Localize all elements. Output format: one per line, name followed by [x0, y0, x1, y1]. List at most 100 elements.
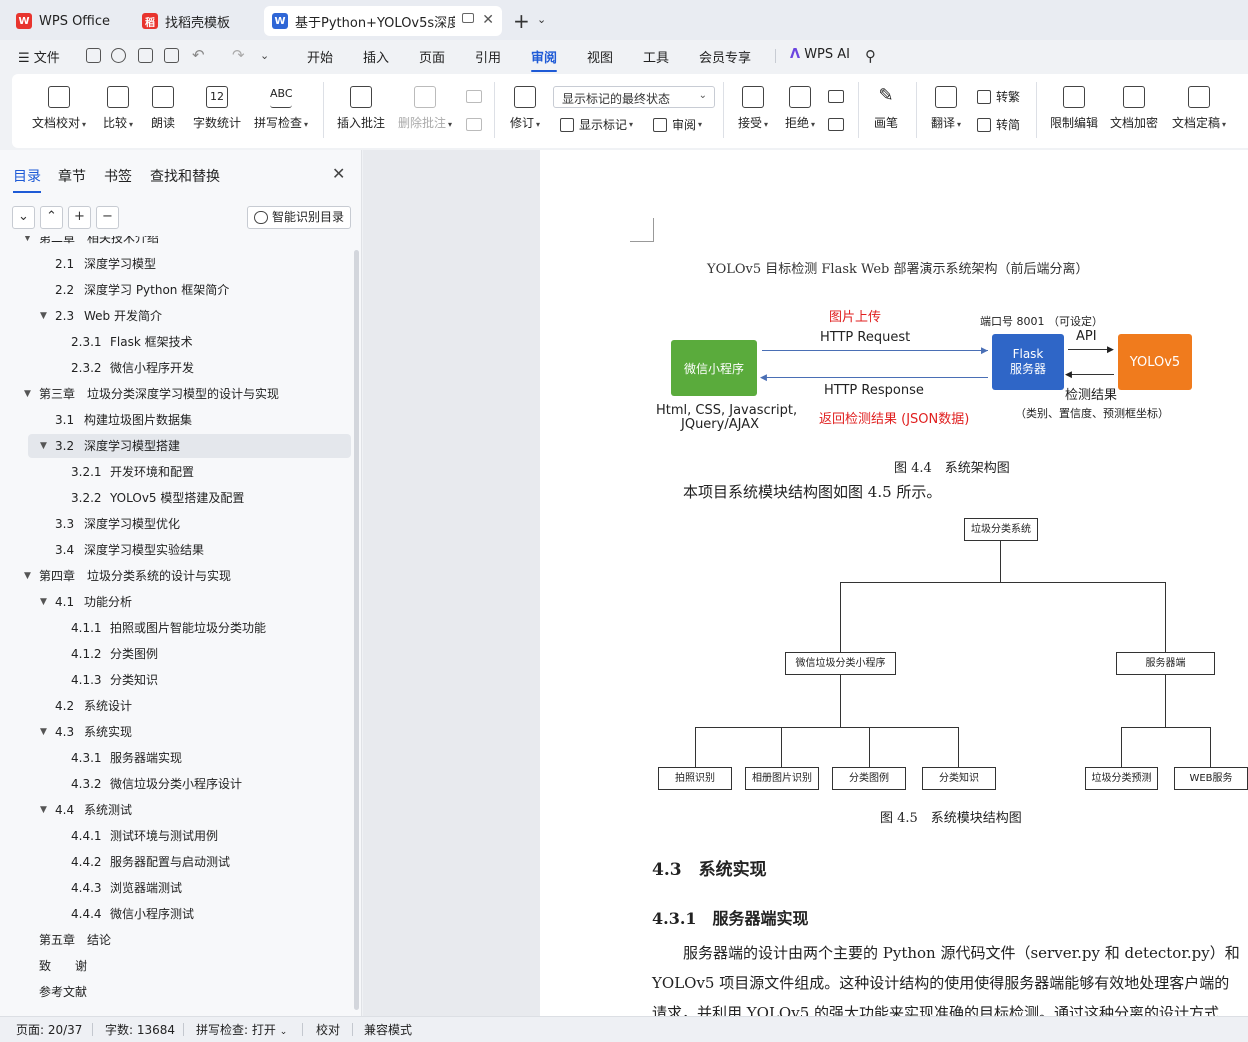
toc-item[interactable]: 4.3.2 微信垃圾分类小程序设计	[0, 772, 352, 796]
new-tab-button[interactable]: +	[513, 9, 530, 33]
toc-item[interactable]: 4.4.4 微信小程序测试	[0, 902, 352, 926]
toc-item[interactable]: ▼ 2.3 Web 开发简介	[0, 304, 352, 328]
print-icon[interactable]	[138, 48, 153, 63]
encrypt-button[interactable]: 文档加密	[1108, 86, 1160, 131]
add-heading-button[interactable]: +	[68, 206, 91, 229]
redo-icon[interactable]: ↷	[232, 46, 245, 64]
pen-button[interactable]: ✎ 画笔	[869, 86, 903, 131]
toc-item[interactable]: 4.4.2 服务器配置与启动测试	[0, 850, 352, 874]
toc-item[interactable]: 3.4 深度学习模型实验结果	[0, 538, 352, 562]
toc-item[interactable]: 3.3 深度学习模型优化	[0, 512, 352, 536]
toc-item[interactable]: 3.2.1 开发环境和配置	[0, 460, 352, 484]
page-indicator[interactable]: 页面: 20/37	[16, 1021, 82, 1038]
toc-item[interactable]: 4.4.1 测试环境与测试用例	[0, 824, 352, 848]
prev-comment-icon[interactable]	[466, 90, 482, 103]
expand-arrow-icon[interactable]: ▼	[24, 236, 31, 250]
review-pane-button[interactable]: 审阅 ▾	[653, 116, 702, 133]
toc-item[interactable]: ▼ 4.1 功能分析	[0, 590, 352, 614]
toc-item[interactable]: 4.2 系统设计	[0, 694, 352, 718]
finalize-button[interactable]: 文档定稿 ▾	[1168, 86, 1230, 131]
document-page[interactable]: YOLOv5 目标检测 Flask Web 部署演示系统架构（前后端分离） 微信…	[540, 150, 1248, 1016]
translate-button[interactable]: 翻译 ▾	[927, 86, 965, 131]
share-icon[interactable]	[111, 48, 126, 63]
expand-arrow-icon[interactable]: ▼	[40, 720, 47, 744]
menu-page[interactable]: 页面	[419, 47, 445, 66]
toc-item[interactable]: 致谢	[0, 954, 352, 978]
accept-button[interactable]: 接受 ▾	[734, 86, 772, 131]
toc-item[interactable]: 4.4.3 浏览器端测试	[0, 876, 352, 900]
menu-review[interactable]: 审阅	[531, 47, 558, 72]
expand-arrow-icon[interactable]: ▼	[24, 382, 31, 406]
toc-item[interactable]: 4.3.1 服务器端实现	[0, 746, 352, 770]
chevron-down-icon[interactable]: ⌄	[260, 49, 269, 62]
read-aloud-button[interactable]: 朗读	[146, 86, 180, 131]
toc-item[interactable]: ▼ 3.2 深度学习模型搭建	[28, 434, 351, 458]
toc-item[interactable]: ▼ 第四章 垃圾分类系统的设计与实现	[0, 564, 352, 588]
prev-change-icon[interactable]	[828, 90, 844, 103]
close-icon[interactable]: ✕	[482, 12, 494, 28]
word-count-button[interactable]: 12 字数统计	[189, 86, 245, 131]
expand-up-button[interactable]: ⌃	[40, 206, 63, 229]
toc-item[interactable]: ▼ 第三章 垃圾分类深度学习模型的设计与实现	[0, 382, 352, 406]
toc-item[interactable]: ▼ 4.3 系统实现	[0, 720, 352, 744]
expand-arrow-icon[interactable]: ▼	[40, 434, 47, 458]
menu-view[interactable]: 视图	[587, 47, 613, 66]
revise-button[interactable]: 修订 ▾	[506, 86, 544, 131]
toc-item[interactable]: 第五章 结论	[0, 928, 352, 952]
undo-icon[interactable]: ↶	[192, 46, 205, 64]
expand-arrow-icon[interactable]: ▼	[40, 798, 47, 822]
expand-arrow-icon[interactable]: ▼	[40, 304, 47, 328]
wps-ai-button[interactable]: ᐱ WPS AI	[790, 47, 850, 62]
markup-state-select[interactable]: 显示标记的最终状态 ⌄	[553, 86, 715, 108]
collapse-all-button[interactable]: ⌄	[12, 206, 35, 229]
chevron-down-icon[interactable]: ⌄	[537, 13, 546, 26]
toc-item[interactable]: 2.1 深度学习模型	[0, 252, 352, 276]
toc-item[interactable]: 3.2.2 YOLOv5 模型搭建及配置	[0, 486, 352, 510]
menu-home[interactable]: 开始	[307, 47, 333, 66]
nav-tab-bookmarks[interactable]: 书签	[104, 166, 132, 186]
restrict-edit-button[interactable]: 限制编辑	[1048, 86, 1100, 131]
word-count-status[interactable]: 字数: 13684	[105, 1021, 175, 1038]
file-menu[interactable]: ☰ 文件	[18, 47, 60, 66]
toc-item[interactable]: 4.1.2 分类图例	[0, 642, 352, 666]
screen-icon[interactable]	[462, 13, 474, 23]
close-icon[interactable]: ✕	[332, 164, 345, 183]
show-markup-button[interactable]: 显示标记 ▾	[560, 116, 633, 133]
toc-item[interactable]: 4.1.1 拍照或图片智能垃圾分类功能	[0, 616, 352, 640]
toc-item[interactable]: 2.3.2 微信小程序开发	[0, 356, 352, 380]
search-icon[interactable]: ⚲	[865, 47, 876, 65]
spell-check-button[interactable]: ABC 拼写检查 ▾	[250, 86, 312, 131]
nav-tab-toc[interactable]: 目录	[13, 166, 41, 193]
insert-comment-button[interactable]: 插入批注	[335, 86, 387, 131]
nav-tab-find-replace[interactable]: 查找和替换	[150, 166, 220, 186]
toc-item[interactable]: ▼ 第二章 相关技术介绍	[0, 236, 352, 250]
delete-comment-button[interactable]: 删除批注 ▾	[395, 86, 455, 131]
to-simplified-button[interactable]: 转简	[977, 116, 1020, 133]
toc-scrollbar[interactable]	[354, 250, 359, 1010]
tab-wps-office[interactable]: W WPS Office	[8, 6, 123, 36]
toc-item[interactable]: 2.2 深度学习 Python 框架简介	[0, 278, 352, 302]
doc-proof-button[interactable]: 文档校对 ▾	[28, 86, 90, 131]
toc-item[interactable]: 参考文献	[0, 980, 352, 1004]
menu-tools[interactable]: 工具	[643, 47, 669, 66]
expand-arrow-icon[interactable]: ▼	[40, 590, 47, 614]
remove-heading-button[interactable]: −	[96, 206, 119, 229]
expand-arrow-icon[interactable]: ▼	[24, 564, 31, 588]
print-preview-icon[interactable]	[164, 48, 179, 63]
nav-tab-chapters[interactable]: 章节	[58, 166, 86, 186]
toc-item[interactable]: 4.1.3 分类知识	[0, 668, 352, 692]
save-icon[interactable]	[86, 48, 101, 63]
reject-button[interactable]: 拒绝 ▾	[781, 86, 819, 131]
tab-docer[interactable]: 稻 找稻壳模板	[134, 6, 258, 36]
toc-item[interactable]: 2.3.1 Flask 框架技术	[0, 330, 352, 354]
smart-toc-button[interactable]: 智能识别目录	[247, 206, 351, 229]
spell-check-status[interactable]: 拼写检查: 打开 ⌄	[196, 1021, 287, 1038]
menu-references[interactable]: 引用	[475, 47, 501, 66]
menu-membership[interactable]: 会员专享	[699, 47, 751, 66]
proof-status[interactable]: 校对	[316, 1021, 340, 1038]
toc-item[interactable]: 3.1 构建垃圾图片数据集	[0, 408, 352, 432]
toc-item[interactable]: ▼ 4.4 系统测试	[0, 798, 352, 822]
next-comment-icon[interactable]	[466, 118, 482, 131]
next-change-icon[interactable]	[828, 118, 844, 131]
tab-document[interactable]: W 基于Python+YOLOv5s深度学 ✕	[264, 6, 502, 36]
